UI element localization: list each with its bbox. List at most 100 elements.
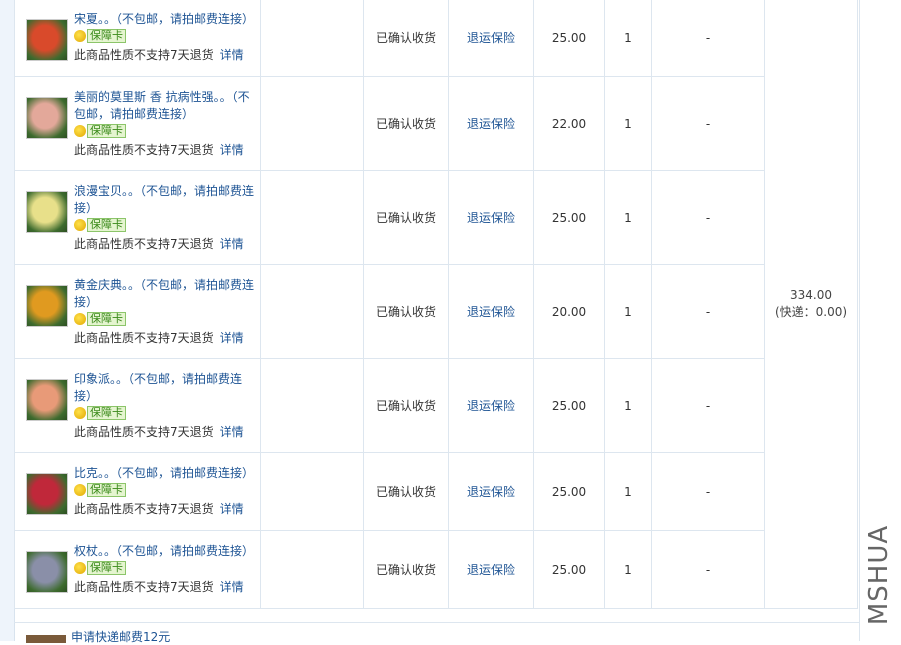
guarantee-icon [74,124,86,137]
service-cell: 退运保险 [448,530,534,609]
detail-link[interactable]: 详情 [220,143,244,157]
unit-price: 25.00 [533,0,605,77]
product-cell: 比克。。（不包邮，请拍邮费连接） 保障卡 此商品性质不支持7天退货 详情 [14,452,261,531]
product-thumbnail[interactable] [26,378,68,421]
guarantee-badge[interactable]: 保障卡 [74,483,126,497]
detail-link[interactable]: 详情 [220,48,244,62]
order-status: 已确认收货 [363,170,449,265]
product-cell: 浪漫宝贝。。（不包邮，请拍邮费连接） 保障卡 此商品性质不支持7天退货 详情 [14,170,261,265]
return-shipping-insurance-link[interactable]: 退运保险 [467,563,515,577]
return-shipping-insurance-link[interactable]: 退运保险 [467,31,515,45]
guarantee-label: 保障卡 [87,561,126,575]
order-item-row: 宋夏。。（不包邮，请拍邮费连接） 保障卡 此商品性质不支持7天退货 详情 已确认收… [14,0,858,609]
unit-price: 25.00 [533,530,605,609]
order-status: 已确认收货 [363,0,449,77]
product-title-link[interactable]: 黄金庆典。。（不包邮，请拍邮费连接） [74,277,254,311]
watermark: MSHUA [862,520,896,630]
guarantee-icon [74,30,86,42]
order-item-row: 印象派。。（不包邮，请拍邮费连接） 保障卡 此商品性质不支持7天退货 详情 已确认… [14,358,858,453]
return-shipping-insurance-link[interactable]: 退运保险 [467,485,515,499]
empty-cell [260,170,364,265]
order-status: 已确认收货 [363,452,449,531]
no-return-notice: 此商品性质不支持7天退货 [74,330,214,345]
product-title-link[interactable]: 宋夏。。（不包邮，请拍邮费连接） [74,11,254,28]
discount-cell: - [651,530,765,609]
order-total-amount: 334.00 [790,287,832,302]
product-cell: 宋夏。。（不包邮，请拍邮费连接） 保障卡 此商品性质不支持7天退货 详情 [14,0,261,77]
service-cell: 退运保险 [448,0,534,77]
guarantee-label: 保障卡 [87,405,126,420]
discount-cell: - [651,0,765,77]
order-item-row: 比克。。（不包邮，请拍邮费连接） 保障卡 此商品性质不支持7天退货 详情 已确认收… [14,452,858,531]
service-cell: 退运保险 [448,264,534,359]
product-cell: 黄金庆典。。（不包邮，请拍邮费连接） 保障卡 此商品性质不支持7天退货 详情 [14,264,261,359]
guarantee-badge[interactable]: 保障卡 [74,123,126,138]
unit-price: 25.00 [533,452,605,531]
unit-price: 25.00 [533,358,605,453]
guarantee-badge[interactable]: 保障卡 [74,311,126,326]
product-cell: 印象派。。（不包邮，请拍邮费连接） 保障卡 此商品性质不支持7天退货 详情 [14,358,261,453]
product-cell: 美丽的莫里斯 香 抗病性强。。（不包邮，请拍邮费连接） 保障卡 此商品性质不支持… [14,76,261,171]
guarantee-label: 保障卡 [87,483,126,497]
unit-price: 22.00 [533,76,605,171]
product-title-link[interactable]: 权杖。。（不包邮，请拍邮费连接） [74,543,254,560]
product-thumbnail[interactable] [26,284,68,327]
discount-cell: - [651,358,765,453]
product-thumbnail[interactable] [26,19,68,61]
quantity: 1 [604,530,652,609]
guarantee-icon [74,406,86,419]
discount-cell: - [651,76,765,171]
no-return-notice: 此商品性质不支持7天退货 [74,580,214,594]
order-status: 已确认收货 [363,358,449,453]
no-return-notice: 此商品性质不支持7天退货 [74,48,214,62]
order-item-row: 美丽的莫里斯 香 抗病性强。。（不包邮，请拍邮费连接） 保障卡 此商品性质不支持… [14,76,858,171]
product-title-link[interactable]: 美丽的莫里斯 香 抗病性强。。（不包邮，请拍邮费连接） [74,89,254,123]
order-status: 已确认收货 [363,76,449,171]
product-title-link[interactable]: 比克。。（不包邮，请拍邮费连接） [74,465,254,482]
guarantee-label: 保障卡 [87,217,126,232]
return-shipping-insurance-link[interactable]: 退运保险 [467,399,515,413]
empty-cell [260,76,364,171]
service-cell: 退运保险 [448,76,534,171]
guarantee-label: 保障卡 [87,29,126,43]
product-title-link[interactable]: 浪漫宝贝。。（不包邮，请拍邮费连接） [74,183,254,217]
detail-link[interactable]: 详情 [220,580,244,594]
product-thumbnail[interactable] [26,96,68,139]
detail-link[interactable]: 详情 [220,331,244,345]
order-detail-panel: 宋夏。。（不包邮，请拍邮费连接） 保障卡 此商品性质不支持7天退货 详情 已确认收… [0,0,901,645]
order-total-cell: 334.00 (快递：0.00) [764,0,858,609]
guarantee-badge[interactable]: 保障卡 [74,561,126,575]
no-return-notice: 此商品性质不支持7天退货 [74,236,214,251]
return-shipping-insurance-link[interactable]: 退运保险 [467,117,515,131]
guarantee-icon [74,218,86,231]
guarantee-badge[interactable]: 保障卡 [74,217,126,232]
empty-cell [260,530,364,609]
guarantee-icon [74,484,86,496]
quantity: 1 [604,170,652,265]
detail-link[interactable]: 详情 [220,237,244,251]
order-item-row: 黄金庆典。。（不包邮，请拍邮费连接） 保障卡 此商品性质不支持7天退货 详情 已确… [14,264,858,359]
return-shipping-insurance-link[interactable]: 退运保险 [467,305,515,319]
discount-cell: - [651,452,765,531]
empty-cell [260,452,364,531]
order-status: 已确认收货 [363,530,449,609]
order-item-row: 浪漫宝贝。。（不包邮，请拍邮费连接） 保障卡 此商品性质不支持7天退货 详情 已确… [14,170,858,265]
guarantee-badge[interactable]: 保障卡 [74,29,126,43]
product-thumbnail[interactable] [26,473,68,515]
product-title-link[interactable]: 印象派。。（不包邮，请拍邮费连接） [74,371,254,405]
return-shipping-insurance-link[interactable]: 退运保险 [467,211,515,225]
product-title-link[interactable]: 申请快递邮费12元 [71,628,170,645]
empty-cell [260,0,364,77]
discount-cell: - [651,264,765,359]
order-item-row: 权杖。。（不包邮，请拍邮费连接） 保障卡 此商品性质不支持7天退货 详情 已确认收… [14,530,858,609]
quantity: 1 [604,76,652,171]
guarantee-badge[interactable]: 保障卡 [74,405,126,420]
partial-order-row: 申请快递邮费12元 [14,622,859,645]
product-thumbnail[interactable] [26,635,66,643]
product-thumbnail[interactable] [26,190,68,233]
detail-link[interactable]: 详情 [220,425,244,439]
discount-cell: - [651,170,765,265]
detail-link[interactable]: 详情 [220,502,244,516]
product-thumbnail[interactable] [26,551,68,593]
order-items-table: 宋夏。。（不包邮，请拍邮费连接） 保障卡 此商品性质不支持7天退货 详情 已确认收… [14,0,858,609]
